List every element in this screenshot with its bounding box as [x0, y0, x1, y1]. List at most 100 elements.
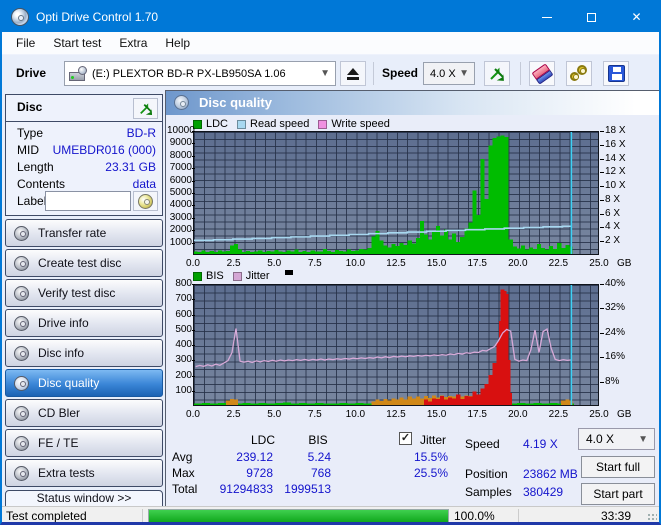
legend-item: Read speed — [237, 118, 309, 130]
avg-row-label: Avg — [172, 450, 193, 464]
jitter-checkbox[interactable]: ✓ — [399, 432, 412, 445]
eject-button[interactable] — [340, 61, 366, 86]
menu-start-test[interactable]: Start test — [44, 32, 110, 54]
toolbar-separator — [373, 62, 374, 85]
status-window-button[interactable]: Status window >> — [5, 490, 163, 507]
speed-result-value: 4.19 X — [523, 437, 558, 451]
x-axis-tick: 12.5 — [386, 409, 406, 420]
divider — [142, 509, 143, 522]
menu-file[interactable]: File — [7, 32, 44, 54]
x-axis-tick: 15.0 — [426, 409, 447, 420]
disc-contents-value: data — [132, 177, 156, 191]
y-axis-tick-left: 4000 — [167, 200, 195, 210]
disc-label-input[interactable] — [45, 191, 131, 211]
start-full-button[interactable]: Start full — [581, 456, 655, 478]
panel-header: Disc quality — [166, 91, 659, 115]
y-axis-tick-left: 300 — [167, 355, 195, 365]
maximize-button[interactable] — [569, 2, 614, 32]
settings-button[interactable] — [566, 61, 592, 86]
y-axis-tick-left: 1000 — [167, 237, 195, 248]
sidebar-item-disc-quality[interactable]: Disc quality — [5, 369, 163, 397]
divider — [6, 121, 162, 122]
y-axis-tick-right: 4 X — [600, 222, 620, 232]
legend-swatch — [193, 271, 202, 281]
sidebar-item-drive-info[interactable]: Drive info — [5, 309, 163, 337]
y-axis-tick-right: 6 X — [600, 208, 620, 219]
sidebar-item-label: Disc info — [38, 346, 85, 360]
x-axis-tick: 5.0 — [267, 258, 282, 269]
legend-item: LDC — [193, 118, 228, 130]
disc-icon — [14, 435, 29, 451]
sidebar-item-transfer-rate[interactable]: Transfer rate — [5, 219, 163, 247]
x-axis-tick: 10.0 — [345, 258, 366, 269]
status-bar: Test completed 100.0% 33:39 — [2, 506, 659, 523]
total-bis-value: 1999513 — [284, 482, 331, 496]
x-axis-tick: 25.0 — [589, 409, 609, 420]
y-axis-tick-left: 100 — [167, 385, 195, 396]
start-part-button[interactable]: Start part — [581, 483, 655, 505]
progress-fill — [149, 510, 448, 522]
sidebar-item-label: FE / TE — [38, 436, 79, 450]
speed-select-value: 4.0 X — [430, 67, 456, 80]
refresh-arrows-icon — [139, 102, 152, 115]
resize-grip-icon[interactable] — [647, 513, 657, 522]
legend-label: Read speed — [250, 118, 310, 130]
drive-select-value: (E:) PLEXTOR BD-R PX-LB950SA 1.06 — [92, 67, 286, 80]
y-axis-tick-right: 12 X — [600, 167, 626, 177]
y-axis-tick-right: 32% — [600, 303, 625, 313]
legend-item: Write speed — [318, 118, 390, 130]
ldc-column-header: LDC — [250, 433, 275, 447]
jitter-checkbox-label: Jitter — [420, 433, 447, 447]
disc-icon — [14, 255, 29, 271]
menu-help[interactable]: Help — [156, 32, 199, 54]
progress-percent: 100.0% — [454, 509, 495, 523]
max-row-label: Max — [172, 466, 195, 480]
disc-icon — [14, 225, 29, 241]
refresh-disc-button[interactable] — [133, 98, 158, 119]
progress-bar — [148, 509, 449, 522]
close-button[interactable]: ✕ — [614, 2, 659, 32]
x-axis-unit: GB — [617, 409, 632, 420]
position-label: Position — [465, 467, 508, 481]
disc-length-label: Length — [17, 160, 54, 174]
legend-item: Jitter — [232, 270, 270, 282]
disc-icon — [14, 375, 29, 391]
minimize-button[interactable] — [524, 2, 569, 32]
test-speed-select[interactable]: 4.0 X ▼ — [578, 428, 655, 450]
x-axis-tick: 7.5 — [307, 258, 322, 269]
sidebar-item-label: Extra tests — [38, 466, 95, 480]
sidebar-item-create-test-disc[interactable]: Create test disc — [5, 249, 163, 277]
menu-extra[interactable]: Extra — [110, 32, 156, 54]
save-button[interactable] — [603, 61, 629, 86]
sidebar-item-extra-tests[interactable]: Extra tests — [5, 459, 163, 487]
x-axis-unit: GB — [617, 258, 632, 269]
disc-icon — [14, 285, 29, 301]
chevron-down-icon: ▼ — [459, 68, 469, 79]
disc-mid-label: MID — [17, 143, 39, 157]
disc-label-button[interactable] — [133, 191, 158, 211]
disc-length-value: 23.31 GB — [105, 160, 156, 174]
erase-disc-button[interactable] — [529, 61, 555, 86]
speed-select[interactable]: 4.0 X ▼ — [423, 62, 475, 85]
disc-icon — [14, 465, 29, 481]
sidebar-item-fe-te[interactable]: FE / TE — [5, 429, 163, 457]
y-axis-tick-left: 600 — [167, 309, 195, 320]
y-axis-tick-right: 24% — [600, 327, 625, 338]
x-axis-tick: 15.0 — [426, 258, 447, 269]
drive-select[interactable]: (E:) PLEXTOR BD-R PX-LB950SA 1.06 ▼ — [64, 61, 336, 86]
avg-bis-value: 5.24 — [307, 450, 331, 464]
disc-info-group: Disc Type BD-R MID UMEBDR016 (000) Lengt… — [5, 94, 163, 216]
x-axis-tick: 20.0 — [508, 409, 528, 420]
sidebar-item-label: Disc quality — [38, 376, 100, 390]
sidebar-item-cd-bler[interactable]: CD Bler — [5, 399, 163, 427]
y-axis-tick-right: 2 X — [600, 236, 620, 246]
y-axis-tick-right: 8% — [600, 376, 619, 387]
sidebar-item-verify-test-disc[interactable]: Verify test disc — [5, 279, 163, 307]
samples-label: Samples — [465, 485, 512, 499]
disc-icon — [14, 315, 29, 331]
x-axis-tick: 17.5 — [467, 258, 487, 269]
save-floppy-icon — [607, 65, 625, 82]
sidebar-item-disc-info[interactable]: Disc info — [5, 339, 163, 367]
refresh-speed-button[interactable] — [484, 61, 510, 86]
y-axis-tick-right: 10 X — [600, 181, 626, 191]
